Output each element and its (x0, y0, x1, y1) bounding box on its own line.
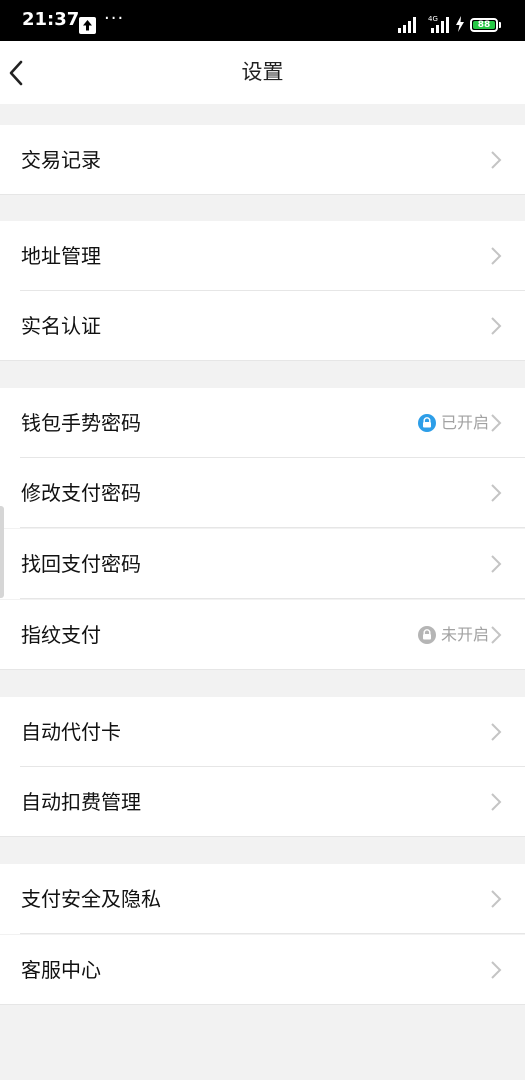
lock-icon (417, 414, 436, 432)
row-label: 地址管理 (21, 244, 101, 268)
status-time: 21:37 (22, 9, 80, 30)
row-label: 修改支付密码 (21, 481, 141, 505)
settings-row-recover-payment-password[interactable]: 找回支付密码 (0, 529, 525, 599)
row-label: 交易记录 (21, 148, 101, 172)
more-notifications-icon: ··· (104, 8, 125, 29)
settings-row-customer-service[interactable]: 客服中心 (0, 935, 525, 1005)
settings-row-transaction-records[interactable]: 交易记录 (0, 125, 525, 195)
page-title: 设置 (241, 60, 284, 84)
signal-strength-icon (398, 17, 416, 33)
network-type-label: 4G (428, 15, 438, 23)
divider (0, 360, 525, 361)
status-bar: 21:37 ··· 4G 88 (0, 0, 525, 41)
row-label: 自动扣费管理 (21, 790, 141, 814)
battery-level: 88 (473, 21, 495, 30)
battery-cap (499, 22, 501, 28)
status-text: 未开启 (440, 625, 489, 644)
chevron-right-icon (491, 484, 502, 502)
chevron-right-icon (491, 626, 502, 644)
chevron-left-icon (9, 60, 23, 86)
settings-row-fingerprint-payment[interactable]: 指纹支付 未开启 (0, 600, 525, 670)
row-label: 实名认证 (21, 314, 101, 338)
divider (20, 598, 525, 599)
divider (20, 527, 525, 528)
chevron-right-icon (491, 961, 502, 979)
divider (0, 836, 525, 837)
signal-4g-icon: 4G (428, 15, 449, 33)
divider (0, 669, 525, 670)
divider (20, 933, 525, 934)
status-text: 已开启 (440, 413, 489, 432)
chevron-right-icon (491, 151, 502, 169)
chevron-right-icon (491, 414, 502, 432)
settings-row-payment-security-privacy[interactable]: 支付安全及隐私 (0, 864, 525, 934)
row-label: 自动代付卡 (21, 720, 121, 744)
chevron-right-icon (491, 247, 502, 265)
settings-row-auto-deduction-management[interactable]: 自动扣费管理 (0, 767, 525, 837)
row-label: 钱包手势密码 (21, 411, 141, 435)
edge-swipe-handle[interactable] (0, 506, 4, 598)
chevron-right-icon (491, 555, 502, 573)
row-label: 支付安全及隐私 (21, 887, 161, 911)
row-label: 客服中心 (21, 958, 101, 982)
chevron-right-icon (491, 317, 502, 335)
row-label: 指纹支付 (21, 623, 101, 647)
settings-row-real-name-verification[interactable]: 实名认证 (0, 291, 525, 361)
settings-row-wallet-gesture-password[interactable]: 钱包手势密码 已开启 (0, 388, 525, 458)
settings-row-change-payment-password[interactable]: 修改支付密码 (0, 458, 525, 528)
nav-bar: 设置 (0, 41, 525, 104)
upload-notification-icon (79, 17, 96, 34)
row-label: 找回支付密码 (21, 552, 141, 576)
chevron-right-icon (491, 890, 502, 908)
settings-row-address-management[interactable]: 地址管理 (0, 221, 525, 291)
divider (0, 1004, 525, 1005)
back-button[interactable] (0, 41, 50, 104)
charging-icon (456, 16, 464, 32)
settings-row-auto-pay-card[interactable]: 自动代付卡 (0, 697, 525, 767)
divider (0, 194, 525, 195)
battery-icon: 88 (470, 18, 498, 32)
chevron-right-icon (491, 723, 502, 741)
lock-icon (417, 626, 436, 644)
chevron-right-icon (491, 793, 502, 811)
status-disabled: 未开启 (417, 624, 489, 646)
status-enabled: 已开启 (417, 412, 489, 434)
